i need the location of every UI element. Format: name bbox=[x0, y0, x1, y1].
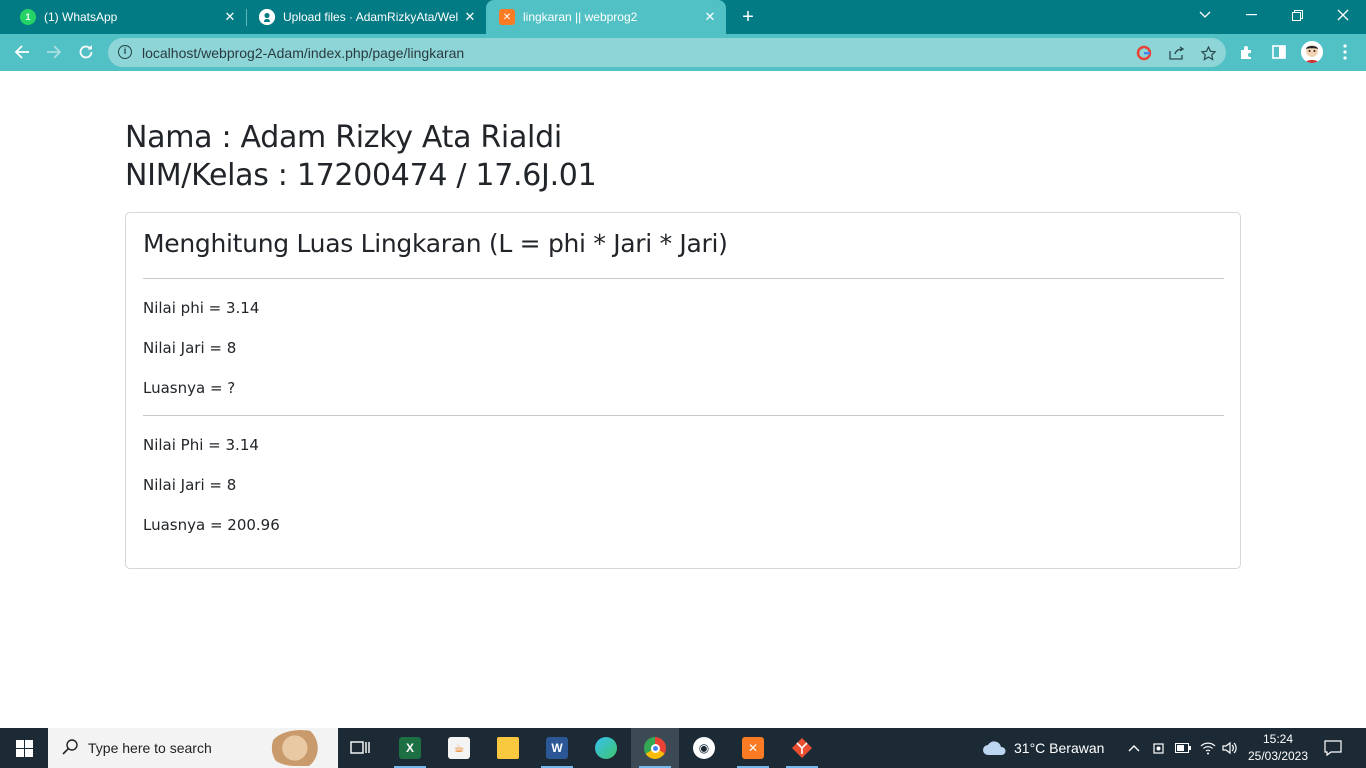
new-tab-button[interactable]: + bbox=[738, 7, 758, 27]
reload-icon[interactable] bbox=[74, 40, 98, 64]
java-icon[interactable]: ☕ bbox=[435, 728, 483, 768]
notification-icon[interactable] bbox=[1324, 728, 1342, 768]
result-phi: Nilai Phi = 3.14 bbox=[143, 436, 259, 454]
divider bbox=[143, 278, 1224, 279]
browser-toolbar: i localhost/webprog2-Adam/index.php/page… bbox=[0, 34, 1366, 71]
tab-lingkaran[interactable]: ✕ lingkaran || webprog2 ✕ bbox=[486, 0, 726, 34]
divider bbox=[143, 415, 1224, 416]
profile-avatar[interactable] bbox=[1301, 41, 1323, 63]
start-button[interactable] bbox=[0, 728, 48, 768]
meet-now-icon[interactable] bbox=[1152, 728, 1166, 768]
wifi-icon[interactable] bbox=[1200, 728, 1216, 768]
clock[interactable]: 15:24 25/03/2023 bbox=[1246, 731, 1310, 765]
battery-icon[interactable] bbox=[1175, 728, 1191, 768]
result-luas: Luasnya = 200.96 bbox=[143, 516, 280, 534]
app-icon[interactable]: ◉ bbox=[680, 728, 728, 768]
tab-strip: 1 (1) WhatsApp ✕ Upload files · AdamRizk… bbox=[0, 0, 1366, 34]
student-nim: NIM/Kelas : 17200474 / 17.6J.01 bbox=[125, 158, 597, 193]
url-text[interactable]: localhost/webprog2-Adam/index.php/page/l… bbox=[142, 45, 464, 61]
restore-icon[interactable] bbox=[1274, 0, 1320, 30]
weather-widget[interactable]: 31°C Berawan bbox=[982, 728, 1104, 768]
chrome-icon[interactable] bbox=[631, 728, 679, 768]
extensions-icon[interactable] bbox=[1238, 43, 1256, 61]
clock-time: 15:24 bbox=[1262, 732, 1294, 746]
share-icon[interactable] bbox=[1167, 44, 1185, 62]
back-icon[interactable] bbox=[10, 40, 34, 64]
site-info-icon[interactable]: i bbox=[118, 45, 132, 59]
tab-search-icon[interactable] bbox=[1182, 0, 1228, 30]
taskbar-search[interactable]: Type here to search bbox=[48, 728, 338, 768]
tab-whatsapp[interactable]: 1 (1) WhatsApp ✕ bbox=[0, 0, 246, 34]
word-icon[interactable]: W bbox=[533, 728, 581, 768]
window-close-icon[interactable] bbox=[1320, 0, 1366, 30]
show-hidden-icons[interactable] bbox=[1128, 728, 1140, 768]
whatsapp-icon: 1 bbox=[20, 9, 36, 25]
address-bar[interactable]: i localhost/webprog2-Adam/index.php/page… bbox=[108, 38, 1226, 67]
forward-icon[interactable] bbox=[42, 40, 66, 64]
git-icon[interactable] bbox=[778, 728, 826, 768]
clock-date: 25/03/2023 bbox=[1247, 749, 1309, 763]
xampp-icon: ✕ bbox=[499, 9, 515, 25]
file-explorer-icon[interactable] bbox=[484, 728, 532, 768]
search-icon bbox=[62, 739, 78, 760]
xampp-icon[interactable]: ✕ bbox=[729, 728, 777, 768]
input-luas: Luasnya = ? bbox=[143, 379, 236, 397]
input-jari: Nilai Jari = 8 bbox=[143, 339, 237, 357]
github-icon bbox=[259, 9, 275, 25]
input-phi: Nilai phi = 3.14 bbox=[143, 299, 260, 317]
close-icon[interactable]: ✕ bbox=[702, 9, 718, 25]
side-panel-icon[interactable] bbox=[1270, 43, 1288, 61]
menu-icon[interactable] bbox=[1336, 43, 1354, 61]
minimize-icon[interactable] bbox=[1228, 0, 1274, 30]
close-icon[interactable]: ✕ bbox=[222, 9, 238, 25]
tab-title: lingkaran || webprog2 bbox=[523, 10, 638, 24]
tab-title: Upload files · AdamRizkyAta/Wel bbox=[283, 10, 459, 24]
bookmark-star-icon[interactable] bbox=[1199, 44, 1217, 62]
windows-icon bbox=[15, 739, 33, 757]
calculation-card: Menghitung Luas Lingkaran (L = phi * Jar… bbox=[125, 212, 1241, 569]
task-view-icon[interactable] bbox=[336, 728, 384, 768]
result-jari: Nilai Jari = 8 bbox=[143, 476, 237, 494]
search-highlight-icon bbox=[270, 730, 332, 766]
google-icon[interactable] bbox=[1135, 44, 1153, 62]
student-name: Nama : Adam Rizky Ata Rialdi bbox=[125, 120, 562, 155]
excel-icon[interactable]: X bbox=[386, 728, 434, 768]
tab-github[interactable]: Upload files · AdamRizkyAta/Wel ✕ bbox=[246, 0, 486, 34]
close-icon[interactable]: ✕ bbox=[462, 9, 478, 25]
tab-title: (1) WhatsApp bbox=[44, 10, 118, 24]
weather-text: 31°C Berawan bbox=[1014, 740, 1105, 756]
volume-icon[interactable] bbox=[1222, 728, 1238, 768]
card-title: Menghitung Luas Lingkaran (L = phi * Jar… bbox=[143, 229, 728, 258]
page-content: Nama : Adam Rizky Ata Rialdi NIM/Kelas :… bbox=[0, 71, 1366, 728]
taskbar: Type here to search X ☕ W ◉ ✕ 31°C Beraw… bbox=[0, 728, 1366, 768]
search-placeholder: Type here to search bbox=[88, 740, 212, 756]
cloud-icon bbox=[983, 741, 1006, 755]
edge-icon[interactable] bbox=[582, 728, 630, 768]
